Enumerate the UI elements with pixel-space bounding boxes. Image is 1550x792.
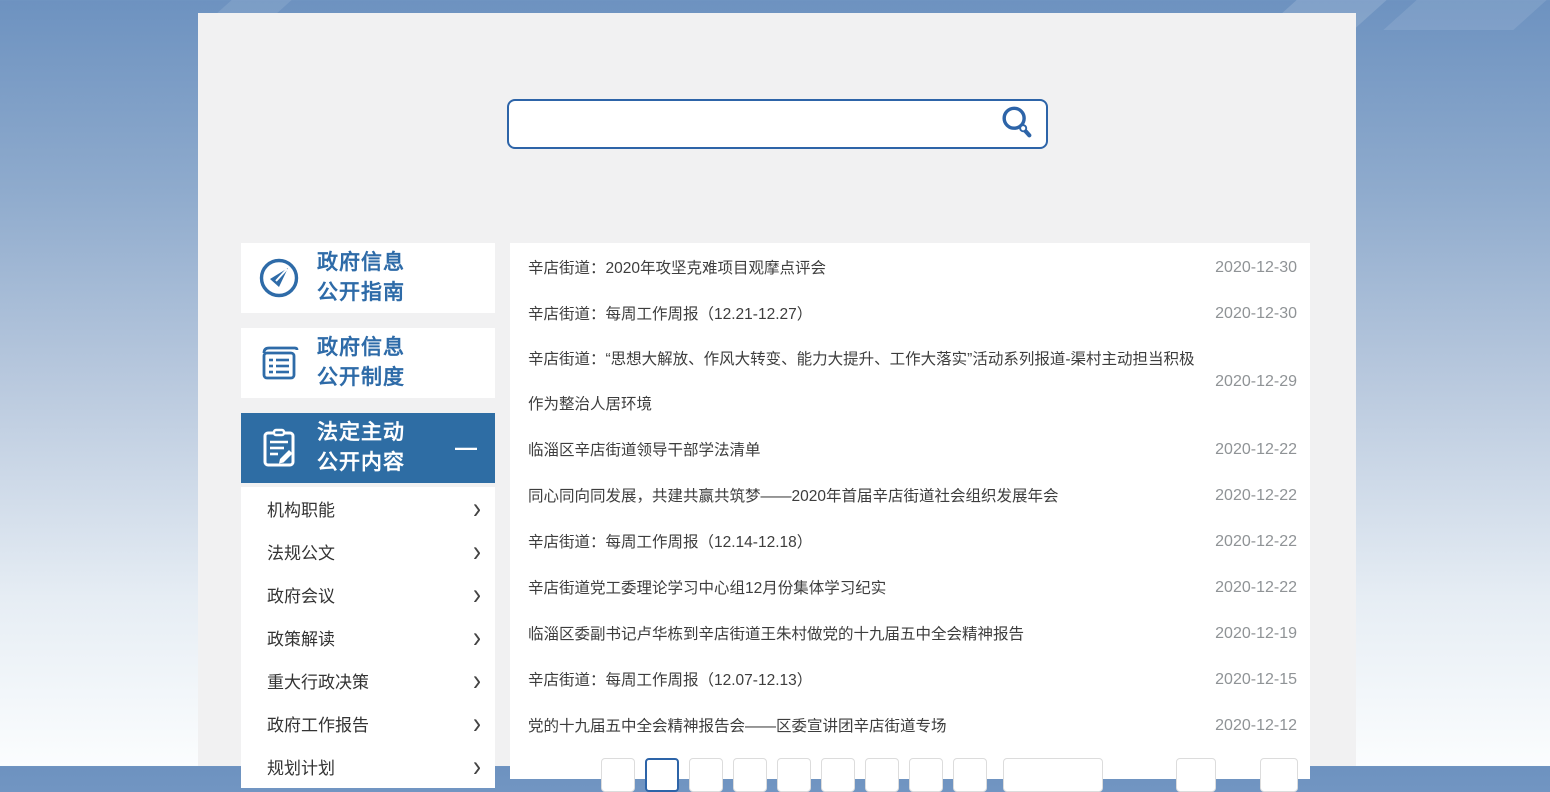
search-area: [198, 99, 1356, 149]
submenu-item-label: 政府会议: [267, 582, 473, 607]
pagination-button[interactable]: [645, 758, 679, 792]
pagination-button[interactable]: [953, 758, 987, 792]
sidebar-item-label: 政府信息 公开制度: [317, 333, 495, 393]
pagination-button[interactable]: [909, 758, 943, 792]
chevron-right-icon: ›: [473, 666, 481, 696]
news-date: 2020-12-30: [1215, 305, 1297, 323]
sidebar-item-statutory-disclosure[interactable]: 法定主动 公开内容 —: [241, 413, 495, 483]
pagination-button[interactable]: [733, 758, 767, 792]
sidebar: 政府信息 公开指南 政府信息 公开制度: [241, 243, 495, 788]
news-row: 临淄区辛店街道领导干部学法清单 2020-12-22: [528, 427, 1297, 473]
pagination-button[interactable]: [821, 758, 855, 792]
chevron-right-icon: ›: [473, 623, 481, 653]
sidebar-submenu-item[interactable]: 政策解读 ›: [241, 616, 495, 659]
sidebar-submenu-item[interactable]: 政府工作报告 ›: [241, 702, 495, 745]
chevron-right-icon: ›: [473, 752, 481, 782]
clipboard-pen-icon: [241, 425, 317, 471]
chevron-right-icon: ›: [473, 580, 481, 610]
news-title-link[interactable]: 辛店街道：2020年攻坚克难项目观摩点评会: [528, 246, 1195, 291]
news-date: 2020-12-12: [1215, 717, 1297, 735]
news-date: 2020-12-22: [1215, 533, 1297, 551]
chevron-right-icon: ›: [473, 709, 481, 739]
sidebar-submenu-item[interactable]: 法规公文 ›: [241, 530, 495, 573]
pagination-button[interactable]: [601, 758, 635, 792]
news-date: 2020-12-15: [1215, 671, 1297, 689]
submenu-item-label: 法规公文: [267, 539, 473, 564]
submenu-item-label: 政策解读: [267, 625, 473, 650]
compass-icon: [241, 255, 317, 301]
notebook-icon: [241, 340, 317, 386]
news-row: 党的十九届五中全会精神报告会——区委宣讲团辛店街道专场 2020-12-12: [528, 703, 1297, 749]
news-title-link[interactable]: 同心同向同发展，共建共赢共筑梦——2020年首届辛店街道社会组织发展年会: [528, 474, 1195, 519]
news-date: 2020-12-22: [1215, 487, 1297, 505]
news-title-link[interactable]: 临淄区辛店街道领导干部学法清单: [528, 428, 1195, 473]
news-row: 辛店街道：“思想大解放、作风大转变、能力大提升、工作大落实”活动系列报道-渠村主…: [528, 337, 1297, 427]
news-title-link[interactable]: 临淄区委副书记卢华栋到辛店街道王朱村做党的十九届五中全会精神报告: [528, 612, 1195, 657]
search-input[interactable]: [525, 104, 998, 144]
sidebar-submenu-item[interactable]: 机构职能 ›: [241, 487, 495, 530]
news-date: 2020-12-22: [1215, 579, 1297, 597]
sidebar-submenu-item[interactable]: 规划计划 ›: [241, 745, 495, 788]
content-panel: 政府信息 公开指南 政府信息 公开制度: [198, 13, 1356, 766]
news-title-link[interactable]: 辛店街道：每周工作周报（12.21-12.27）: [528, 292, 1195, 337]
news-title-link[interactable]: 党的十九届五中全会精神报告会——区委宣讲团辛店街道专场: [528, 704, 1195, 749]
news-row: 辛店街道党工委理论学习中心组12月份集体学习纪实 2020-12-22: [528, 565, 1297, 611]
news-title-link[interactable]: 辛店街道：每周工作周报（12.07-12.13）: [528, 658, 1195, 703]
sidebar-submenu: 机构职能 › 法规公文 › 政府会议 › 政策解读 › 重大行政决策 › 政府工…: [241, 487, 495, 788]
submenu-item-label: 规划计划: [267, 754, 473, 779]
news-row: 辛店街道：每周工作周报（12.14-12.18） 2020-12-22: [528, 519, 1297, 565]
sidebar-item-public-info-system[interactable]: 政府信息 公开制度: [241, 328, 495, 398]
submenu-item-label: 机构职能: [267, 496, 473, 521]
news-date: 2020-12-19: [1215, 625, 1297, 643]
pagination-button[interactable]: [1176, 758, 1216, 792]
sidebar-item-label: 政府信息 公开指南: [317, 248, 495, 308]
collapse-indicator-icon[interactable]: —: [455, 435, 495, 461]
news-row: 辛店街道：每周工作周报（12.21-12.27） 2020-12-30: [528, 291, 1297, 337]
header-light-streak: [1383, 0, 1546, 30]
news-row: 辛店街道：每周工作周报（12.07-12.13） 2020-12-15: [528, 657, 1297, 703]
news-list-panel: 辛店街道：2020年攻坚克难项目观摩点评会 2020-12-30 辛店街道：每周…: [510, 243, 1310, 779]
news-row: 临淄区委副书记卢华栋到辛店街道王朱村做党的十九届五中全会精神报告 2020-12…: [528, 611, 1297, 657]
search-key-icon: [998, 104, 1036, 145]
search-button[interactable]: [998, 104, 1036, 145]
sidebar-submenu-item[interactable]: 重大行政决策 ›: [241, 659, 495, 702]
news-list: 辛店街道：2020年攻坚克难项目观摩点评会 2020-12-30 辛店街道：每周…: [528, 245, 1297, 749]
sidebar-submenu-item[interactable]: 政府会议 ›: [241, 573, 495, 616]
news-title-link[interactable]: 辛店街道：每周工作周报（12.14-12.18）: [528, 520, 1195, 565]
submenu-item-label: 重大行政决策: [267, 668, 473, 693]
news-title-link[interactable]: 辛店街道：“思想大解放、作风大转变、能力大提升、工作大落实”活动系列报道-渠村主…: [528, 337, 1195, 427]
news-row: 辛店街道：2020年攻坚克难项目观摩点评会 2020-12-30: [528, 245, 1297, 291]
sidebar-item-public-info-guide[interactable]: 政府信息 公开指南: [241, 243, 495, 313]
news-title-link[interactable]: 辛店街道党工委理论学习中心组12月份集体学习纪实: [528, 566, 1195, 611]
news-date: 2020-12-22: [1215, 441, 1297, 459]
pagination: [601, 758, 1308, 792]
search-box: [507, 99, 1048, 149]
pagination-button[interactable]: [865, 758, 899, 792]
news-date: 2020-12-30: [1215, 259, 1297, 277]
chevron-right-icon: ›: [473, 537, 481, 567]
news-row: 同心同向同发展，共建共赢共筑梦——2020年首届辛店街道社会组织发展年会 202…: [528, 473, 1297, 519]
submenu-item-label: 政府工作报告: [267, 711, 473, 736]
pagination-button[interactable]: [1003, 758, 1103, 792]
sidebar-item-label: 法定主动 公开内容: [317, 418, 455, 478]
pagination-button[interactable]: [1260, 758, 1298, 792]
pagination-button[interactable]: [689, 758, 723, 792]
pagination-button[interactable]: [777, 758, 811, 792]
chevron-right-icon: ›: [473, 494, 481, 524]
news-date: 2020-12-29: [1215, 373, 1297, 391]
